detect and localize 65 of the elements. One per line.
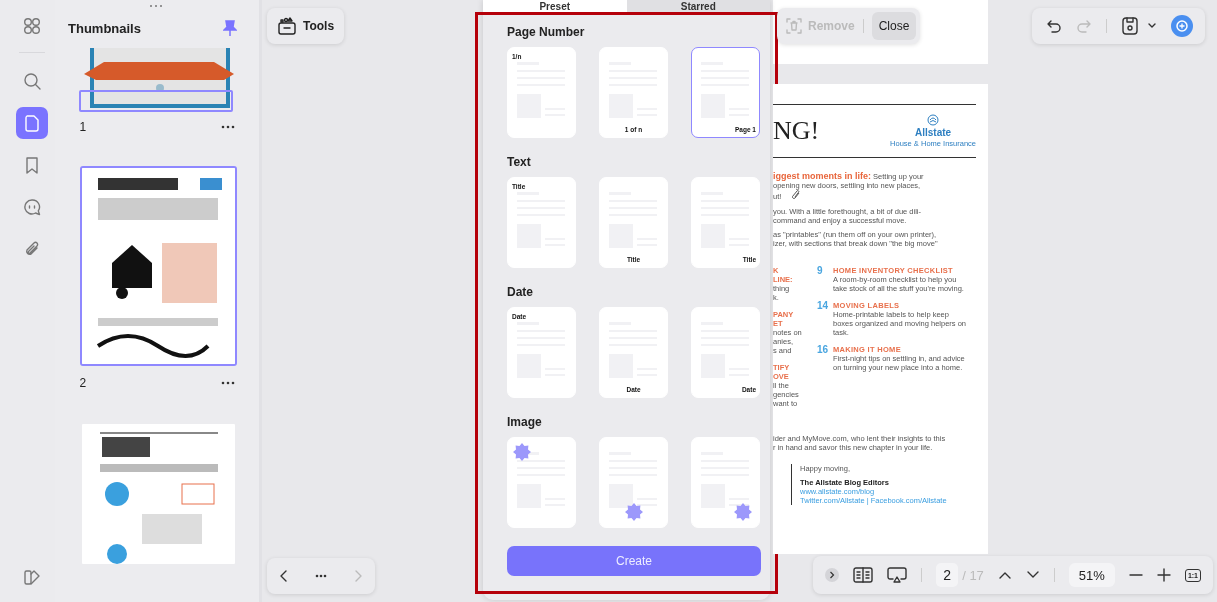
tab[interactable]: Starred	[626, 0, 770, 12]
sidebar-button[interactable]	[15, 107, 48, 139]
chevron-right-icon	[353, 569, 363, 583]
chevron-down-icon	[1025, 570, 1040, 580]
section-title: Page Number	[507, 25, 586, 39]
close-button[interactable]: Close	[871, 12, 917, 40]
previous-button[interactable]	[279, 569, 289, 583]
chevron-right-icon	[829, 571, 836, 579]
more-icon	[315, 574, 327, 578]
chevron-left-icon	[279, 569, 289, 583]
pin-icon[interactable]	[223, 20, 237, 36]
previous-page-button[interactable]	[997, 570, 1012, 580]
image-badge-icon	[734, 503, 752, 521]
paperclip-icon[interactable]	[791, 190, 802, 202]
comment-icon	[22, 198, 41, 216]
delete-icon	[785, 17, 803, 35]
plus-icon	[1156, 568, 1171, 582]
image-badge-icon	[513, 443, 531, 461]
apps-icon	[22, 17, 41, 35]
toolbox-icon	[277, 17, 297, 35]
hands-logo-icon	[927, 114, 940, 126]
page-number: 2	[79, 376, 87, 390]
undo-icon	[1046, 19, 1062, 33]
section-title: Image	[507, 415, 543, 429]
page-number: 1	[79, 120, 87, 134]
chevron-up-icon	[997, 570, 1012, 580]
item-number: 16	[817, 345, 830, 357]
search-icon	[22, 72, 41, 90]
tools-button[interactable]: Tools	[267, 8, 345, 44]
screen-icon	[887, 567, 908, 583]
expand-button[interactable]	[825, 568, 840, 582]
zoom-in-button[interactable]	[1156, 568, 1171, 582]
page-skeleton-drawing	[517, 452, 565, 508]
image-badge-icon	[625, 503, 643, 521]
page-skeleton-drawing	[609, 452, 657, 508]
more-icon[interactable]	[220, 381, 235, 385]
more-button[interactable]	[315, 574, 327, 578]
section-title: Text	[507, 155, 532, 169]
item-number: 14	[817, 301, 830, 313]
tab[interactable]: Preset	[483, 0, 627, 12]
present-button[interactable]	[887, 567, 908, 583]
next-page-button[interactable]	[1025, 570, 1040, 580]
redo-icon	[1076, 19, 1092, 33]
page-view-button[interactable]	[853, 567, 874, 583]
item-number: 9	[817, 266, 824, 278]
zoom-level[interactable]: 51%	[1068, 563, 1115, 587]
drag-handle-icon[interactable]	[149, 4, 163, 8]
two-page-icon	[853, 567, 874, 583]
save-icon	[1121, 16, 1139, 36]
page-icon	[22, 114, 41, 132]
logo-name: Allstate	[915, 127, 952, 138]
section-title: Date	[507, 285, 534, 299]
page-input[interactable]: 2	[936, 563, 959, 587]
tools-label: Tools	[303, 19, 335, 33]
undo-button[interactable]	[1046, 19, 1062, 33]
caret-icon	[1147, 22, 1157, 30]
page-thumbnail[interactable]	[79, 166, 237, 366]
more-icon[interactable]	[220, 125, 235, 129]
save-button[interactable]	[1121, 16, 1157, 36]
assistant-icon[interactable]	[1171, 15, 1193, 37]
page-thumbnail[interactable]	[79, 422, 237, 566]
panel-title: Thumbnails	[68, 20, 141, 36]
document-heading: NG!	[773, 116, 820, 146]
page-skeleton-drawing	[701, 452, 749, 508]
theme-icon	[22, 568, 41, 586]
